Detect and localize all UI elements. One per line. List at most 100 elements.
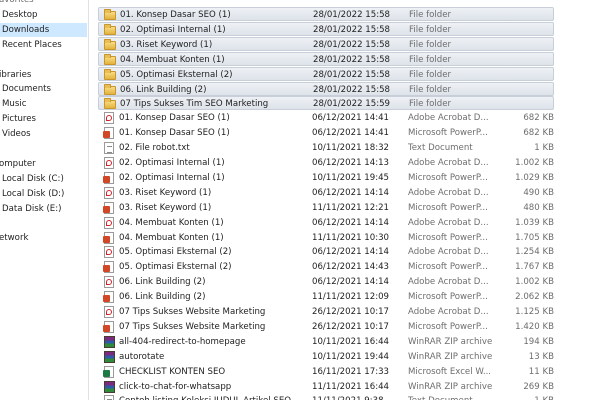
- file-name: 02. Optimasi Internal (1): [119, 158, 225, 168]
- file-type: Microsoft PowerP...: [408, 202, 488, 213]
- nav-item-label: avorites: [0, 0, 34, 5]
- file-name: 05. Optimasi Eksternal (2): [119, 247, 232, 258]
- nav-item-label: Desktop: [2, 9, 38, 20]
- file-row[interactable]: 02. File robot.txt 10/11/2021 18:32 Text D…: [98, 141, 554, 155]
- nav-item-ibraries[interactable]: ibraries: [0, 68, 86, 82]
- nav-item-desktop[interactable]: Desktop: [0, 8, 87, 22]
- file-type: Adobe Acrobat D...: [408, 187, 489, 198]
- file-date-modified: 11/11/2021 12:21: [312, 202, 390, 213]
- file-row[interactable]: 04. Membuat Konten (1) 28/01/2022 15:58 Fi…: [98, 51, 554, 67]
- file-row[interactable]: 03. Riset Keyword (1) 06/12/2021 14:14 Ado…: [98, 186, 554, 200]
- file-row[interactable]: 01. Konsep Dasar SEO (1) 28/01/2022 15:58…: [98, 7, 554, 21]
- file-type: File folder: [409, 99, 452, 110]
- file-row[interactable]: 04. Membuat Konten (1) 11/11/2021 10:30 Mi…: [98, 231, 554, 245]
- file-row[interactable]: 03. Riset Keyword (1) 28/01/2022 15:58 Fil…: [98, 36, 554, 51]
- file-row[interactable]: 06. Link Building (2) 06/12/2021 14:14 Ado…: [98, 275, 554, 289]
- file-name: 03. Riset Keyword (1): [120, 39, 213, 50]
- file-size: 269 KB: [523, 381, 554, 392]
- text-file-icon: [102, 141, 116, 155]
- file-type: WinRAR ZIP archive: [408, 381, 493, 392]
- file-name: 05. Optimasi Eksternal (2): [120, 69, 233, 80]
- file-row[interactable]: 05. Optimasi Eksternal (2) 06/12/2021 14:…: [98, 245, 554, 259]
- file-row[interactable]: 04. Membuat Konten (1) 06/12/2021 14:14 Ad…: [98, 216, 554, 230]
- nav-item-music[interactable]: Music: [0, 97, 87, 111]
- file-row[interactable]: 01. Konsep Dasar SEO (1) 06/12/2021 14:41…: [98, 111, 554, 125]
- file-type: Text Document: [408, 143, 473, 154]
- file-row[interactable]: 05. Optimasi Eksternal (2) 28/01/2022 15:…: [98, 66, 554, 82]
- file-row[interactable]: 07 Tips Sukses Website Marketing 26/12/20…: [98, 320, 554, 334]
- file-type: File folder: [409, 39, 452, 50]
- file-type: Text Document: [408, 394, 508, 400]
- file-row[interactable]: 02. Optimasi Internal (1) 28/01/2022 15:5…: [98, 21, 554, 37]
- file-date-modified: 06/12/2021 14:41: [312, 128, 390, 139]
- nav-item-avorites[interactable]: avorites: [0, 0, 86, 7]
- file-name: 01. Konsep Dasar SEO (1): [119, 128, 230, 139]
- file-size: 1.002 KB: [515, 277, 554, 288]
- file-date-modified: 28/01/2022 15:58: [313, 69, 391, 80]
- file-name: 01. Konsep Dasar SEO (1): [119, 113, 230, 124]
- powerpoint-file-icon: [102, 126, 116, 140]
- folder-icon: [103, 53, 117, 67]
- file-size: 682 KB: [523, 113, 554, 124]
- pdf-file-icon: [102, 305, 116, 319]
- file-row[interactable]: 07 Tips Sukses Tim SEO Marketing 28/01/20…: [98, 96, 554, 111]
- nav-item-pictures[interactable]: Pictures: [0, 112, 87, 126]
- file-type: File folder: [409, 69, 452, 80]
- powerpoint-file-icon: [102, 171, 116, 185]
- nav-item-label: ibraries: [0, 69, 32, 80]
- nav-item-label: Music: [2, 99, 27, 110]
- nav-item-local-disk-d[interactable]: Local Disk (D:): [0, 187, 87, 201]
- folder-icon: [103, 83, 117, 97]
- file-type: Microsoft Excel W...: [408, 366, 492, 377]
- file-name: 01. Konsep Dasar SEO (1): [120, 10, 231, 20]
- file-date-modified: 28/01/2022 15:58: [313, 24, 391, 35]
- file-size: 1 KB: [498, 394, 554, 400]
- file-date-modified: 06/12/2021 14:14: [312, 247, 390, 258]
- file-type: File folder: [409, 84, 452, 95]
- nav-item-documents[interactable]: Documents: [0, 82, 87, 96]
- file-date-modified: 26/12/2021 10:17: [312, 307, 390, 317]
- file-row[interactable]: Contoh listing Koleksi JUDUL Artikel SEO…: [98, 394, 554, 400]
- pdf-file-icon: [102, 245, 116, 259]
- file-row[interactable]: 02. Optimasi Internal (1) 10/11/2021 19:4…: [98, 171, 554, 185]
- file-row[interactable]: autorotate 10/11/2021 19:44 WinRAR ZIP arc…: [98, 350, 554, 364]
- file-row[interactable]: 02. Optimasi Internal (1) 06/12/2021 14:1…: [98, 156, 554, 170]
- nav-item-downloads[interactable]: Downloads: [0, 22, 87, 37]
- winrar-archive-icon: [102, 350, 116, 364]
- file-row[interactable]: all-404-redirect-to-homepage 10/11/2021 1…: [98, 335, 554, 349]
- file-name: 07 Tips Sukses Website Marketing: [119, 307, 266, 317]
- file-name: CHECKLIST KONTEN SEO: [119, 366, 226, 377]
- file-name: Contoh listing Koleksi JUDUL Artikel SEO: [119, 394, 305, 400]
- nav-item-videos[interactable]: Videos: [0, 127, 87, 141]
- file-row[interactable]: click-to-chat-for-whatsapp 11/11/2021 16:…: [98, 380, 554, 394]
- file-row[interactable]: 06. Link Building (2) 11/11/2021 12:09 Mic…: [98, 290, 554, 304]
- file-row[interactable]: 01. Konsep Dasar SEO (1) 06/12/2021 14:41…: [98, 126, 554, 140]
- file-type: Microsoft PowerP...: [408, 292, 488, 303]
- file-date-modified: 06/12/2021 14:14: [312, 187, 390, 198]
- file-type: File folder: [409, 10, 452, 20]
- file-date-modified: 10/11/2021 16:44: [312, 336, 390, 347]
- file-type: WinRAR ZIP archive: [408, 351, 493, 362]
- nav-item-data-disk-e[interactable]: Data Disk (E:): [0, 202, 87, 216]
- file-row[interactable]: 05. Optimasi Eksternal (2) 06/12/2021 14:…: [98, 260, 554, 274]
- file-name: 04. Membuat Konten (1): [119, 232, 224, 243]
- file-type: Microsoft PowerP...: [408, 232, 488, 243]
- file-type: Adobe Acrobat D...: [408, 113, 489, 124]
- nav-item-local-disk-c[interactable]: Local Disk (C:): [0, 172, 87, 186]
- nav-item-omputer[interactable]: omputer: [0, 157, 86, 171]
- text-file-icon: [102, 394, 116, 400]
- file-row[interactable]: CHECKLIST KONTEN SEO 16/11/2021 17:33 Micr…: [98, 365, 554, 379]
- nav-item-recent-places[interactable]: Recent Places: [0, 38, 87, 52]
- file-row[interactable]: 07 Tips Sukses Website Marketing 26/12/20…: [98, 305, 554, 319]
- file-date-modified: 28/01/2022 15:58: [313, 10, 391, 20]
- folder-icon: [103, 68, 117, 82]
- file-size: 13 KB: [528, 351, 554, 362]
- file-row[interactable]: 03. Riset Keyword (1) 11/11/2021 12:21 Mic…: [98, 201, 554, 215]
- folder-icon: [103, 23, 117, 37]
- nav-item-etwork[interactable]: etwork: [0, 231, 86, 245]
- nav-item-label: Documents: [2, 84, 51, 95]
- file-type: WinRAR ZIP archive: [408, 336, 493, 347]
- file-date-modified: 28/01/2022 15:58: [313, 84, 391, 95]
- file-date-modified: 28/01/2022 15:59: [313, 99, 391, 110]
- file-row[interactable]: 06. Link Building (2) 28/01/2022 15:58 Fil…: [98, 81, 554, 97]
